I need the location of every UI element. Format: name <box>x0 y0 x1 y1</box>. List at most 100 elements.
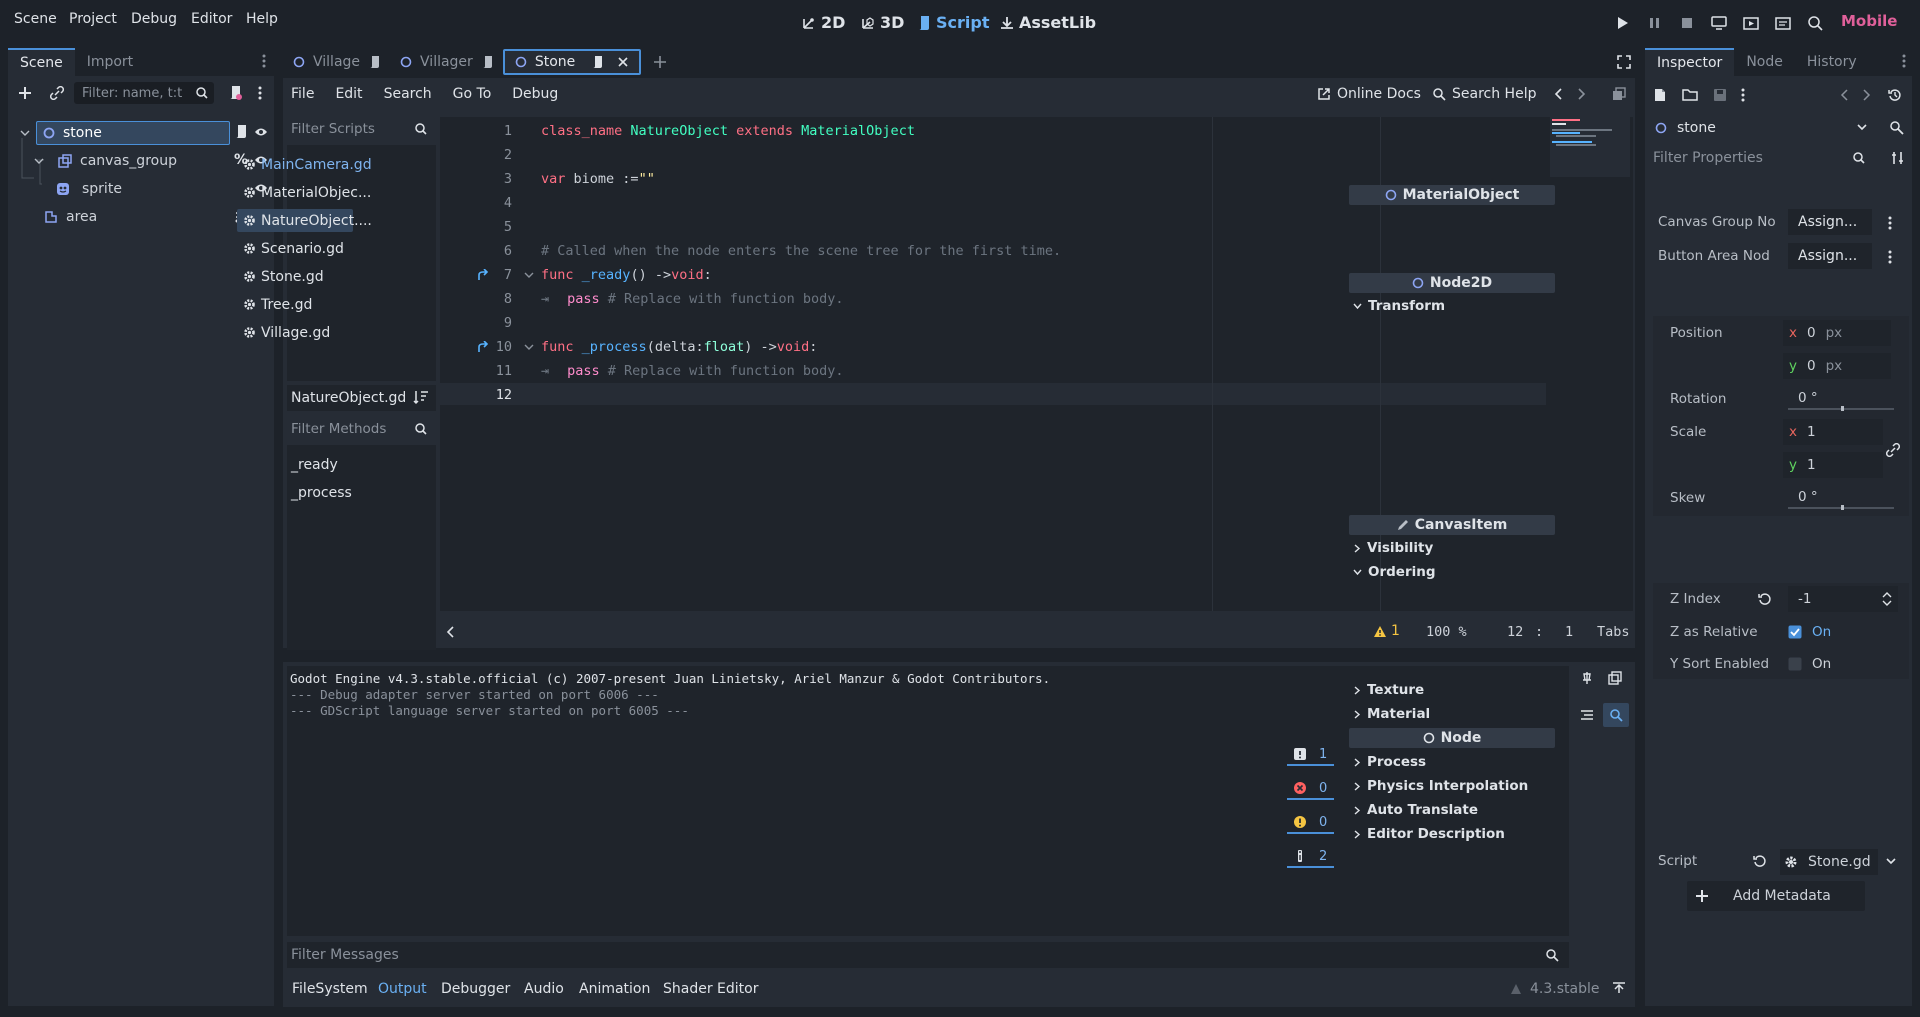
distraction-free-icon[interactable] <box>1617 55 1631 69</box>
group-auto-translate[interactable]: Auto Translate <box>1353 802 1478 818</box>
history-back-icon[interactable] <box>1554 88 1562 100</box>
property-menu-icon[interactable] <box>1888 216 1892 230</box>
save-icon[interactable] <box>1713 88 1727 102</box>
expand-panel-icon[interactable] <box>1612 982 1626 994</box>
script-list-item[interactable]: MainCamera.gd <box>237 153 372 176</box>
menu-project[interactable]: Project <box>69 11 117 27</box>
script-list-item[interactable]: MaterialObjec... <box>237 181 371 204</box>
group-texture[interactable]: Texture <box>1353 682 1424 698</box>
previous-object-icon[interactable] <box>1840 89 1848 101</box>
add-metadata-button[interactable]: Add Metadata <box>1687 881 1865 911</box>
movie-maker-icon[interactable] <box>1805 13 1825 33</box>
override-arrow-icon[interactable] <box>477 269 489 281</box>
sort-icon[interactable] <box>413 389 429 405</box>
z-index-spinbox[interactable]: -1 <box>1788 586 1898 612</box>
tools-icon[interactable] <box>1891 151 1905 165</box>
copy-icon[interactable] <box>1608 671 1622 685</box>
toggle-scripts-panel-icon[interactable] <box>446 626 454 638</box>
tab-scene[interactable]: Scene <box>8 48 75 76</box>
search-help-button[interactable]: Search Help <box>1433 86 1536 102</box>
close-icon[interactable] <box>617 56 629 68</box>
add-tab-icon[interactable] <box>653 55 667 69</box>
method-item-process[interactable]: _process <box>291 485 352 501</box>
group-visibility[interactable]: Visibility <box>1353 540 1433 556</box>
history-forward-icon[interactable] <box>1578 88 1586 100</box>
position-x-field[interactable]: x 0 px <box>1783 320 1891 346</box>
collapse-messages-icon[interactable] <box>1580 709 1594 721</box>
make-floating-icon[interactable] <box>1612 87 1626 101</box>
script-list-item[interactable]: Tree.gd <box>237 293 353 316</box>
button-area-assign-button[interactable]: Assign... <box>1788 243 1872 269</box>
scale-y-field[interactable]: y1 <box>1783 452 1883 478</box>
workspace-script-button[interactable]: Script <box>917 13 989 32</box>
menu-scene[interactable]: Scene <box>14 11 57 27</box>
group-process[interactable]: Process <box>1353 754 1426 770</box>
tab-node[interactable]: Node <box>1734 48 1795 76</box>
script-list-item[interactable]: NatureObject.... <box>237 209 372 232</box>
script-attached-icon[interactable] <box>234 124 248 140</box>
collapse-arrow-icon[interactable] <box>34 156 44 166</box>
filter-warnings-toggle[interactable]: 0 <box>1287 812 1334 834</box>
group-physics-interpolation[interactable]: Physics Interpolation <box>1353 778 1528 794</box>
scale-x-field[interactable]: x1 <box>1783 419 1883 445</box>
run-project-icon[interactable] <box>1613 13 1633 33</box>
object-properties-icon[interactable] <box>1889 120 1905 136</box>
tree-node-stone[interactable]: stone <box>36 121 230 145</box>
dock-menu-icon[interactable] <box>262 54 266 68</box>
revert-icon[interactable] <box>1753 854 1767 868</box>
attach-script-icon[interactable] <box>226 84 244 102</box>
add-node-icon[interactable] <box>16 84 34 102</box>
workspace-assetlib-button[interactable]: AssetLib <box>1000 13 1096 32</box>
run-specific-scene-icon[interactable] <box>1773 13 1793 33</box>
filter-info-toggle[interactable]: 2 <box>1287 846 1334 868</box>
warnings-indicator[interactable]: 1 <box>1373 623 1400 639</box>
script-menu-edit[interactable]: Edit <box>335 86 362 102</box>
script-list-item[interactable]: Village.gd <box>237 321 353 344</box>
search-icon[interactable] <box>1603 703 1629 727</box>
y-sort-checkbox[interactable]: On <box>1788 656 1831 672</box>
workspace-3d-button[interactable]: 3D <box>861 13 904 32</box>
object-selector[interactable]: stone <box>1649 116 1873 140</box>
scene-menu-icon[interactable] <box>258 86 262 100</box>
link-scale-icon[interactable] <box>1886 443 1900 457</box>
tree-node-area[interactable]: area <box>44 205 97 229</box>
run-current-scene-icon[interactable] <box>1741 13 1761 33</box>
tab-history[interactable]: History <box>1795 48 1869 76</box>
script-menu-search[interactable]: Search <box>384 86 432 102</box>
tab-audio[interactable]: Audio <box>524 981 564 997</box>
filter-scripts-input[interactable]: Filter Scripts <box>287 117 435 141</box>
dock-menu-icon[interactable] <box>1902 54 1906 68</box>
script-menu-goto[interactable]: Go To <box>453 86 492 102</box>
scene-filter-input[interactable]: Filter: name, t:t <box>74 82 214 104</box>
link-icon[interactable] <box>48 84 66 102</box>
group-ordering[interactable]: Ordering <box>1353 564 1436 580</box>
next-object-icon[interactable] <box>1863 89 1871 101</box>
collapse-arrow-icon[interactable] <box>20 128 30 138</box>
tab-animation[interactable]: Animation <box>579 981 650 997</box>
revert-icon[interactable] <box>1758 592 1772 606</box>
menu-help[interactable]: Help <box>246 11 278 27</box>
script-list-item[interactable]: Scenario.gd <box>237 237 353 260</box>
menu-debug[interactable]: Debug <box>131 11 177 27</box>
remote-debug-icon[interactable] <box>1709 13 1729 33</box>
position-y-field[interactable]: y 0 px <box>1783 353 1891 379</box>
filter-methods-input[interactable]: Filter Methods <box>287 417 435 441</box>
tree-node-sprite[interactable]: sprite <box>56 177 122 201</box>
pin-icon[interactable] <box>1581 671 1593 685</box>
tab-stone[interactable]: Stone <box>502 49 642 75</box>
minimap[interactable] <box>1550 117 1630 177</box>
filter-properties-input[interactable]: Filter Properties <box>1649 146 1873 170</box>
method-item-ready[interactable]: _ready <box>291 457 338 473</box>
canvas-group-assign-button[interactable]: Assign... <box>1788 209 1872 235</box>
tab-inspector[interactable]: Inspector <box>1645 48 1735 76</box>
fold-arrow-icon[interactable] <box>524 342 534 352</box>
chevron-down-icon[interactable] <box>1886 858 1896 866</box>
tab-debugger[interactable]: Debugger <box>441 981 510 997</box>
open-folder-icon[interactable] <box>1682 88 1698 101</box>
group-material[interactable]: Material <box>1353 706 1430 722</box>
more-menu-icon[interactable] <box>1741 88 1745 102</box>
tab-shader-editor[interactable]: Shader Editor <box>663 981 758 997</box>
online-docs-button[interactable]: Online Docs <box>1317 86 1421 102</box>
tab-import[interactable]: Import <box>75 48 145 76</box>
tab-output[interactable]: Output <box>378 981 427 997</box>
